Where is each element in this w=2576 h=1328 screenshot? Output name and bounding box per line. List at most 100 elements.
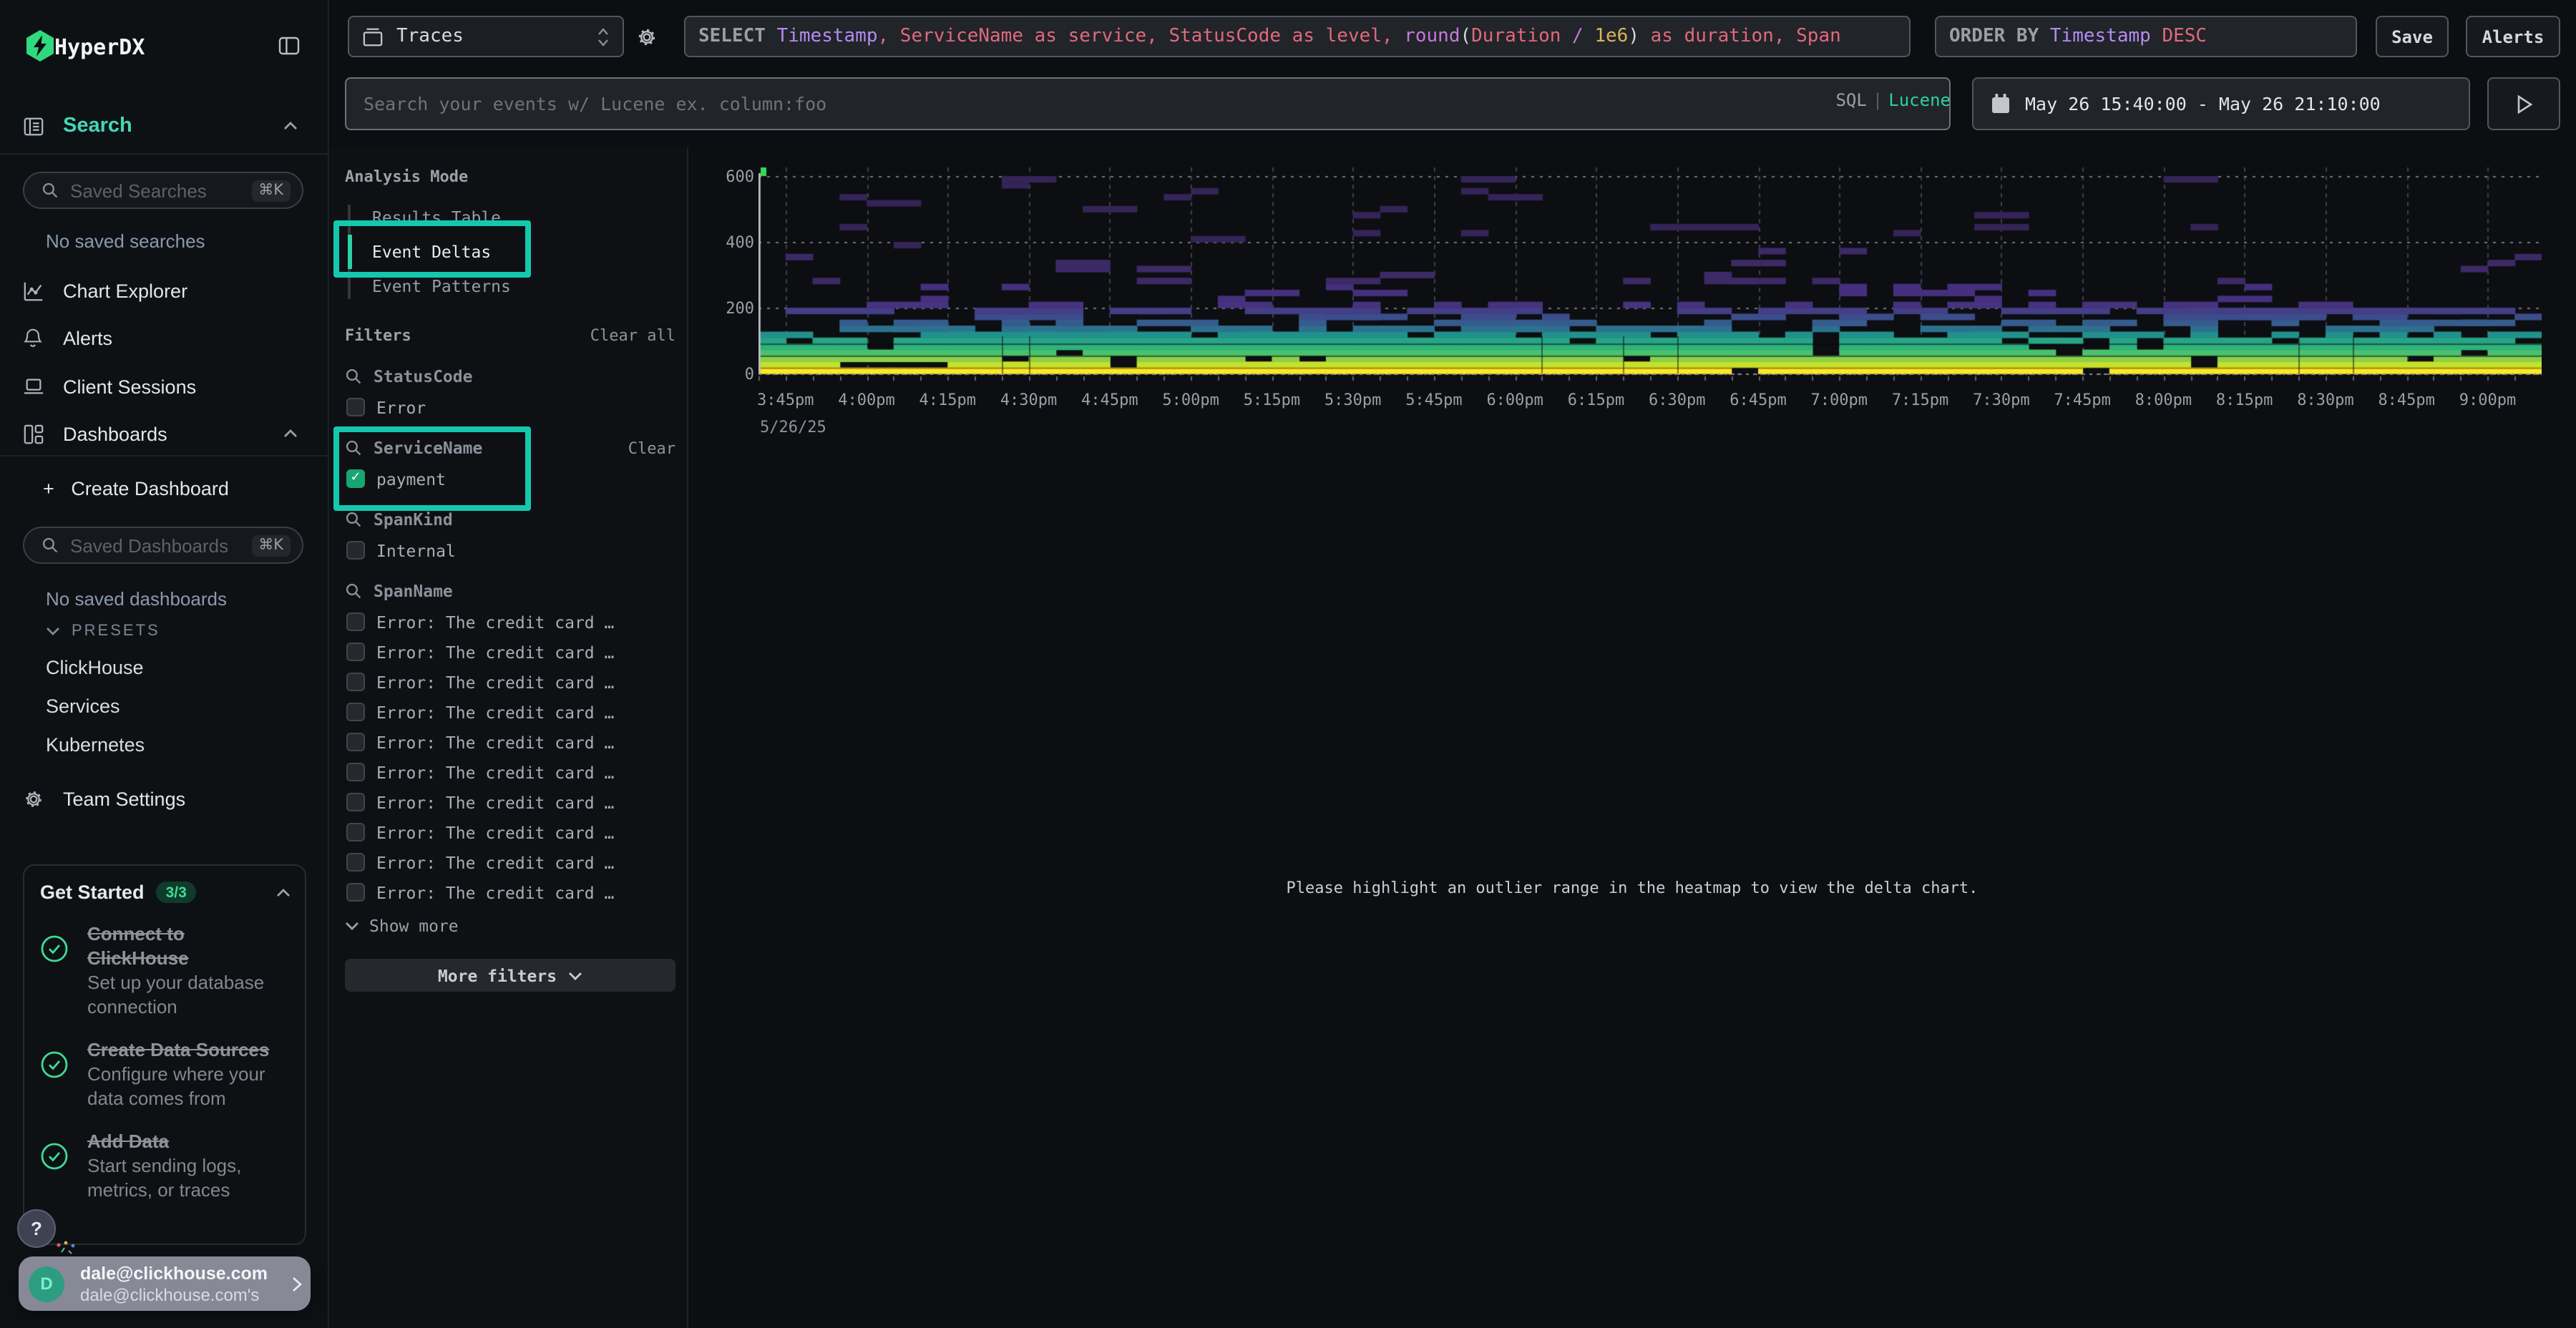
order-by-input[interactable]: ORDER BY Timestamp DESC	[1935, 16, 2357, 57]
filter-option[interactable]: ✓payment	[345, 469, 680, 488]
unchecked-checkbox[interactable]	[346, 612, 365, 631]
preset-clickhouse[interactable]: ClickHouse	[46, 657, 144, 678]
get-started-item[interactable]: Connect to ClickHouseSet up your databas…	[40, 922, 291, 1019]
analysis-mode-results-table[interactable]: Results Table	[345, 200, 680, 235]
x-axis-tick-label: 4:15pm	[907, 391, 987, 409]
filter-option-label: Error: The credit card …	[376, 732, 614, 752]
x-axis-tick-label: 7:15pm	[1880, 391, 1961, 409]
sidebar-item-team-settings[interactable]: Team Settings	[0, 780, 329, 817]
y-axis-tick-label: 600	[688, 167, 754, 186]
unchecked-checkbox[interactable]	[346, 733, 365, 751]
filter-option[interactable]: Error: The credit card …	[345, 673, 680, 691]
sql-token: /	[1561, 26, 1594, 47]
saved-dashboards-placeholder: Saved Dashboards	[70, 534, 251, 556]
more-filters-button[interactable]: More filters	[345, 959, 675, 992]
unchecked-checkbox[interactable]	[346, 823, 365, 841]
filter-option[interactable]: Error: The credit card …	[345, 703, 680, 721]
saved-dashboards-input[interactable]: Saved Dashboards ⌘K	[23, 527, 303, 564]
filter-option[interactable]: Error	[345, 398, 680, 416]
clear-filter-link[interactable]: Clear	[628, 439, 675, 457]
select-clause-input[interactable]: SELECT Timestamp, ServiceName as service…	[684, 16, 1911, 57]
x-axis-tick-label: 8:15pm	[2205, 391, 2285, 409]
x-axis-tick-label: 6:45pm	[1718, 391, 1798, 409]
search-input[interactable]	[345, 77, 1951, 130]
preset-services[interactable]: Services	[46, 695, 120, 717]
filters-panel: Analysis Mode Results TableEvent DeltasE…	[329, 147, 688, 1328]
traces-source-icon	[362, 26, 384, 47]
calendar-icon	[1991, 93, 2011, 114]
unchecked-checkbox[interactable]	[346, 793, 365, 811]
save-button[interactable]: Save	[2376, 16, 2449, 57]
user-menu[interactable]: D dale@clickhouse.com dale@clickhouse.co…	[19, 1256, 311, 1311]
analysis-mode-event-deltas[interactable]: Event Deltas	[345, 235, 680, 269]
saved-searches-input[interactable]: Saved Searches ⌘K	[23, 172, 303, 209]
run-query-button[interactable]	[2487, 77, 2560, 130]
play-icon	[2515, 94, 2532, 114]
filter-option[interactable]: Error: The credit card …	[345, 823, 680, 841]
alerts-button[interactable]: Alerts	[2466, 16, 2560, 57]
show-more-toggle[interactable]: Show more	[345, 916, 680, 936]
filter-option[interactable]: Error: The credit card …	[345, 643, 680, 661]
duration-heatmap-canvas[interactable]	[758, 165, 2542, 382]
x-axis-tick-label: 7:45pm	[2042, 391, 2122, 409]
create-dashboard-button[interactable]: + Create Dashboard	[43, 478, 229, 499]
unchecked-checkbox[interactable]	[346, 643, 365, 661]
sidebar-item-label: Chart Explorer	[63, 280, 187, 301]
laptop-icon	[23, 376, 44, 396]
unchecked-checkbox[interactable]	[346, 673, 365, 691]
sidebar-item-alerts[interactable]: Alerts	[0, 319, 329, 356]
x-axis-tick-label: 8:00pm	[2123, 391, 2203, 409]
sql-mode-label[interactable]: SQL	[1835, 90, 1866, 110]
filter-option[interactable]: Error: The credit card …	[345, 853, 680, 872]
preset-kubernetes[interactable]: Kubernetes	[46, 734, 145, 756]
filter-option[interactable]: Error: The credit card …	[345, 883, 680, 902]
x-axis-tick-label: 5:45pm	[1394, 391, 1474, 409]
chevron-up-icon[interactable]	[276, 888, 291, 897]
filter-option[interactable]: Internal	[345, 541, 680, 560]
sidebar: HyperDX Search Saved Searches ⌘K No save…	[0, 0, 329, 1328]
sidebar-item-search[interactable]: Search	[0, 107, 329, 145]
no-saved-searches-text: No saved searches	[46, 230, 205, 252]
sidebar-item-chart-explorer[interactable]: Chart Explorer	[0, 272, 329, 309]
avatar: D	[29, 1266, 64, 1302]
select-updown-icon	[597, 26, 610, 47]
checked-checkbox[interactable]: ✓	[346, 469, 365, 488]
source-settings-gear-icon[interactable]	[635, 26, 658, 49]
unchecked-checkbox[interactable]	[346, 541, 365, 560]
check-circle-icon	[40, 1142, 69, 1171]
filter-option-label: Error: The credit card …	[376, 792, 614, 812]
sql-token: (	[1460, 26, 1472, 47]
unchecked-checkbox[interactable]	[346, 883, 365, 902]
analysis-mode-title: Analysis Mode	[345, 167, 680, 186]
help-button[interactable]: ?	[17, 1209, 56, 1248]
search-icon	[345, 439, 362, 456]
source-select[interactable]: Traces	[348, 16, 624, 57]
get-started-item-desc: Configure where your data comes from	[87, 1063, 291, 1110]
unchecked-checkbox[interactable]	[346, 853, 365, 872]
get-started-item[interactable]: Create Data SourcesConfigure where your …	[40, 1038, 291, 1110]
search-icon	[42, 182, 59, 199]
unchecked-checkbox[interactable]	[346, 703, 365, 721]
query-language-toggle[interactable]: SQL|Lucene	[1793, 90, 1951, 110]
presets-toggle[interactable]: PRESETS	[46, 622, 160, 640]
sidebar-item-dashboards[interactable]: Dashboards	[0, 415, 329, 452]
unchecked-checkbox[interactable]	[346, 763, 365, 781]
filter-option[interactable]: Error: The credit card …	[345, 733, 680, 751]
filter-group-StatusCode: StatusCodeError	[345, 366, 680, 416]
sql-token: DESC	[2151, 26, 2207, 47]
unchecked-checkbox[interactable]	[346, 398, 365, 416]
filter-option[interactable]: Error: The credit card …	[345, 793, 680, 811]
filter-option-label: Error: The credit card …	[376, 642, 614, 662]
filter-option[interactable]: Error: The credit card …	[345, 612, 680, 631]
filter-option[interactable]: Error: The credit card …	[345, 763, 680, 781]
x-axis-tick-label: 5:00pm	[1151, 391, 1231, 409]
analysis-mode-event-patterns[interactable]: Event Patterns	[345, 269, 680, 303]
get-started-item[interactable]: Add DataStart sending logs, metrics, or …	[40, 1129, 291, 1202]
sidebar-collapse-icon[interactable]	[278, 34, 301, 57]
lucene-mode-label[interactable]: Lucene	[1888, 90, 1951, 110]
clear-all-filters-link[interactable]: Clear all	[590, 326, 675, 345]
y-axis-tick-label: 200	[688, 299, 754, 318]
x-axis-tick-label: 5:30pm	[1313, 391, 1393, 409]
sidebar-item-client-sessions[interactable]: Client Sessions	[0, 368, 329, 405]
date-range-picker[interactable]: May 26 15:40:00 - May 26 21:10:00	[1972, 77, 2470, 130]
